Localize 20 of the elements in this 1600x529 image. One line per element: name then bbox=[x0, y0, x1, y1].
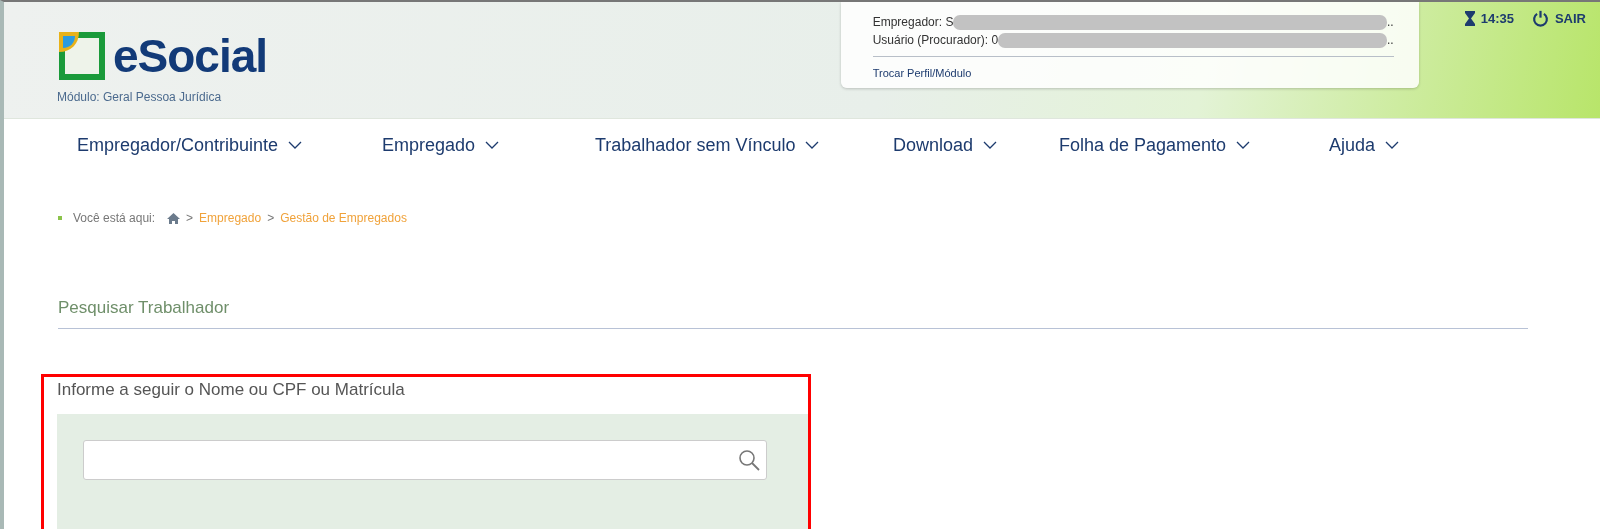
logout-button[interactable]: SAIR bbox=[1531, 10, 1586, 27]
nav-menu-item[interactable]: Empregador/Contribuinte bbox=[77, 134, 382, 156]
nav-menu-item[interactable]: Folha de Pagamento bbox=[1059, 134, 1329, 156]
nav-menu-item[interactable]: Trabalhador sem Vínculo bbox=[595, 134, 893, 156]
nav-menu-item[interactable]: Empregado bbox=[382, 134, 595, 156]
switch-profile-link[interactable]: Trocar Perfil/Módulo bbox=[872, 67, 972, 79]
search-label: Informe a seguir o Nome ou CPF ou Matrícula bbox=[57, 380, 406, 400]
nav-menu-item[interactable]: Download bbox=[893, 134, 1059, 156]
user-info-label: Usuário (Procurador): 0 bbox=[872, 33, 999, 47]
logo-text: eSocial bbox=[113, 30, 268, 82]
ellipsis: .. bbox=[1387, 33, 1394, 47]
section-title: Pesquisar Trabalhador bbox=[58, 298, 1528, 329]
breadcrumb-separator: > bbox=[186, 211, 194, 225]
session-time: 14:35 bbox=[1480, 11, 1514, 26]
breadcrumb-separator: > bbox=[267, 211, 275, 225]
user-info-label: Empregador: S bbox=[872, 15, 954, 29]
breadcrumb-prefix: Você está aqui: bbox=[73, 211, 156, 225]
module-label: Módulo: Geral Pessoa Jurídica bbox=[57, 90, 223, 104]
ellipsis: .. bbox=[1387, 15, 1394, 29]
nav-menu-item[interactable]: Ajuda bbox=[1329, 134, 1600, 156]
